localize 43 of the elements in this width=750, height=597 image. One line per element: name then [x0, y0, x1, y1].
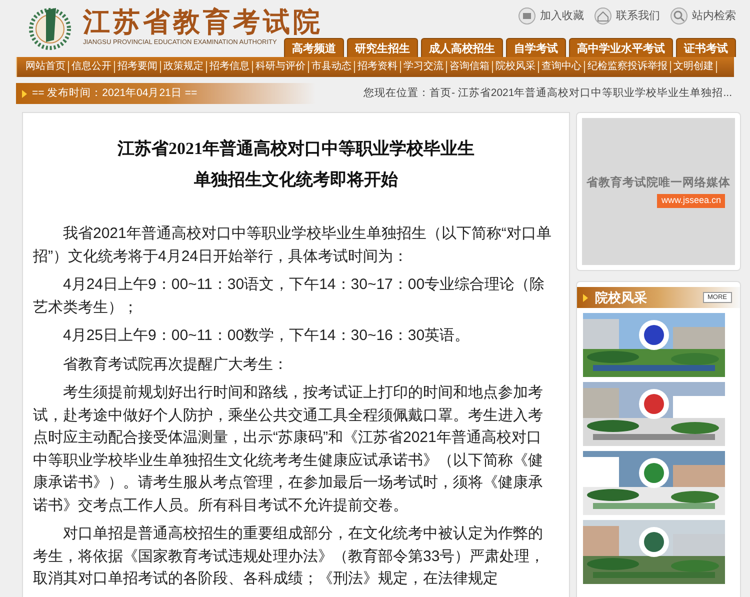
article-paragraph: 省教育考试院再次提醒广大考生： [62, 354, 289, 374]
article-title: 江苏省2021年普通高校对口中等职业学校毕业生 [116, 138, 476, 160]
banner-url: www.jsseea.cn [657, 194, 725, 208]
channel-tab[interactable]: 成人高校招生 [421, 38, 503, 57]
nav-link[interactable]: 市县动态 [309, 61, 355, 73]
article-paragraph: 考生须提前规划好出行时间和路线，按考试证上打印的时间和地点参加考试，赴考途中做好个人防护，乘坐公共交通工具全程须佩戴口罩。考生进入考点时应主动配合接受体温测量，出示“苏康码”和《江苏省2021年普通高校对口中等职业学校毕业生单独招生文化统考考生健康应试承诺书》（以下简称《健康承诺书》）。请考生服从考点管理，在参加最后一场考试时，须将《健康承诺书》交考点工作人员。所有科目考试不允许提前交卷。 [33, 383, 544, 516]
nav-link[interactable]: 政策规定 [161, 61, 207, 73]
channel-tab[interactable]: 高中学业水平考试 [569, 38, 673, 57]
utility-link[interactable]: 站内检索 [670, 7, 736, 25]
channel-tab[interactable]: 高考频道 [284, 38, 344, 57]
article-paragraph: 4月24日上午9：00~11：30语文，下午14：30~17：00专业综合理论（除艺术类考生）； [33, 275, 546, 318]
triangle-icon [22, 90, 27, 98]
nav-link[interactable]: 招考要闻 [115, 61, 161, 73]
nav-link[interactable]: 咨询信箱 [447, 61, 493, 73]
section-title: 院校风采 [595, 288, 647, 307]
nav-link[interactable]: 网站首页 [23, 61, 69, 73]
publish-date: == 发布时间：2021年04月21日 == [32, 86, 198, 101]
channel-tab[interactable]: 证书考试 [676, 38, 736, 57]
utility-link[interactable]: 联系我们 [594, 7, 660, 25]
banner[interactable]: 省教育考试院唯一网络媒体 www.jsseea.cn [582, 118, 735, 265]
nav-link[interactable]: 查询中心 [539, 61, 585, 73]
house-icon [594, 7, 612, 25]
banner-slogan: 省教育考试院唯一网络媒体 [586, 175, 730, 192]
nav-link[interactable]: 科研与评价 [253, 61, 309, 73]
nav-link[interactable]: 学习交流 [401, 61, 447, 73]
utility-link[interactable]: 加入收藏 [518, 7, 584, 25]
site-title: 江苏省教育考试院 [83, 6, 323, 38]
channel-tab[interactable]: 研究生招生 [347, 38, 418, 57]
nav-link[interactable]: 文明创建 [671, 61, 717, 73]
nav-link[interactable]: 招考信息 [207, 61, 253, 73]
triangle-icon [583, 294, 588, 302]
breadcrumb: 您现在位置：首页- 江苏省2021年普通高校对口中等职业学校毕业生单独招... [363, 86, 733, 101]
channel-tab[interactable]: 自学考试 [506, 38, 566, 57]
search-icon [670, 7, 688, 25]
nav-link[interactable]: 院校风采 [493, 61, 539, 73]
nav-link[interactable]: 纪检监察投诉举报 [585, 61, 671, 73]
folder-icon [518, 7, 536, 25]
article-title: 单独招生文化统考即将开始 [193, 169, 399, 191]
article-paragraph: 4月25日上午9：00~11：00数学，下午14：30~16：30英语。 [62, 326, 471, 346]
nav-link[interactable]: 招考资料 [355, 61, 401, 73]
article-paragraph: 我省2021年普通高校对口中等职业学校毕业生单独招生（以下简称“对口单招”）文化统考将于4月24日开始举行，具体考试时间为： [33, 224, 552, 266]
nav-link[interactable]: 信息公开 [69, 61, 115, 73]
article-paragraph: 对口单招是普通高校招生的重要组成部分，在文化统考中被认定为作弊的考生，将依据《国家教育考试违规处理办法》（教育部令第33号）严肃处理，取消其对口单招考试的各阶段、各科成绩；《刑法》规定，在法律规定 [33, 524, 546, 589]
